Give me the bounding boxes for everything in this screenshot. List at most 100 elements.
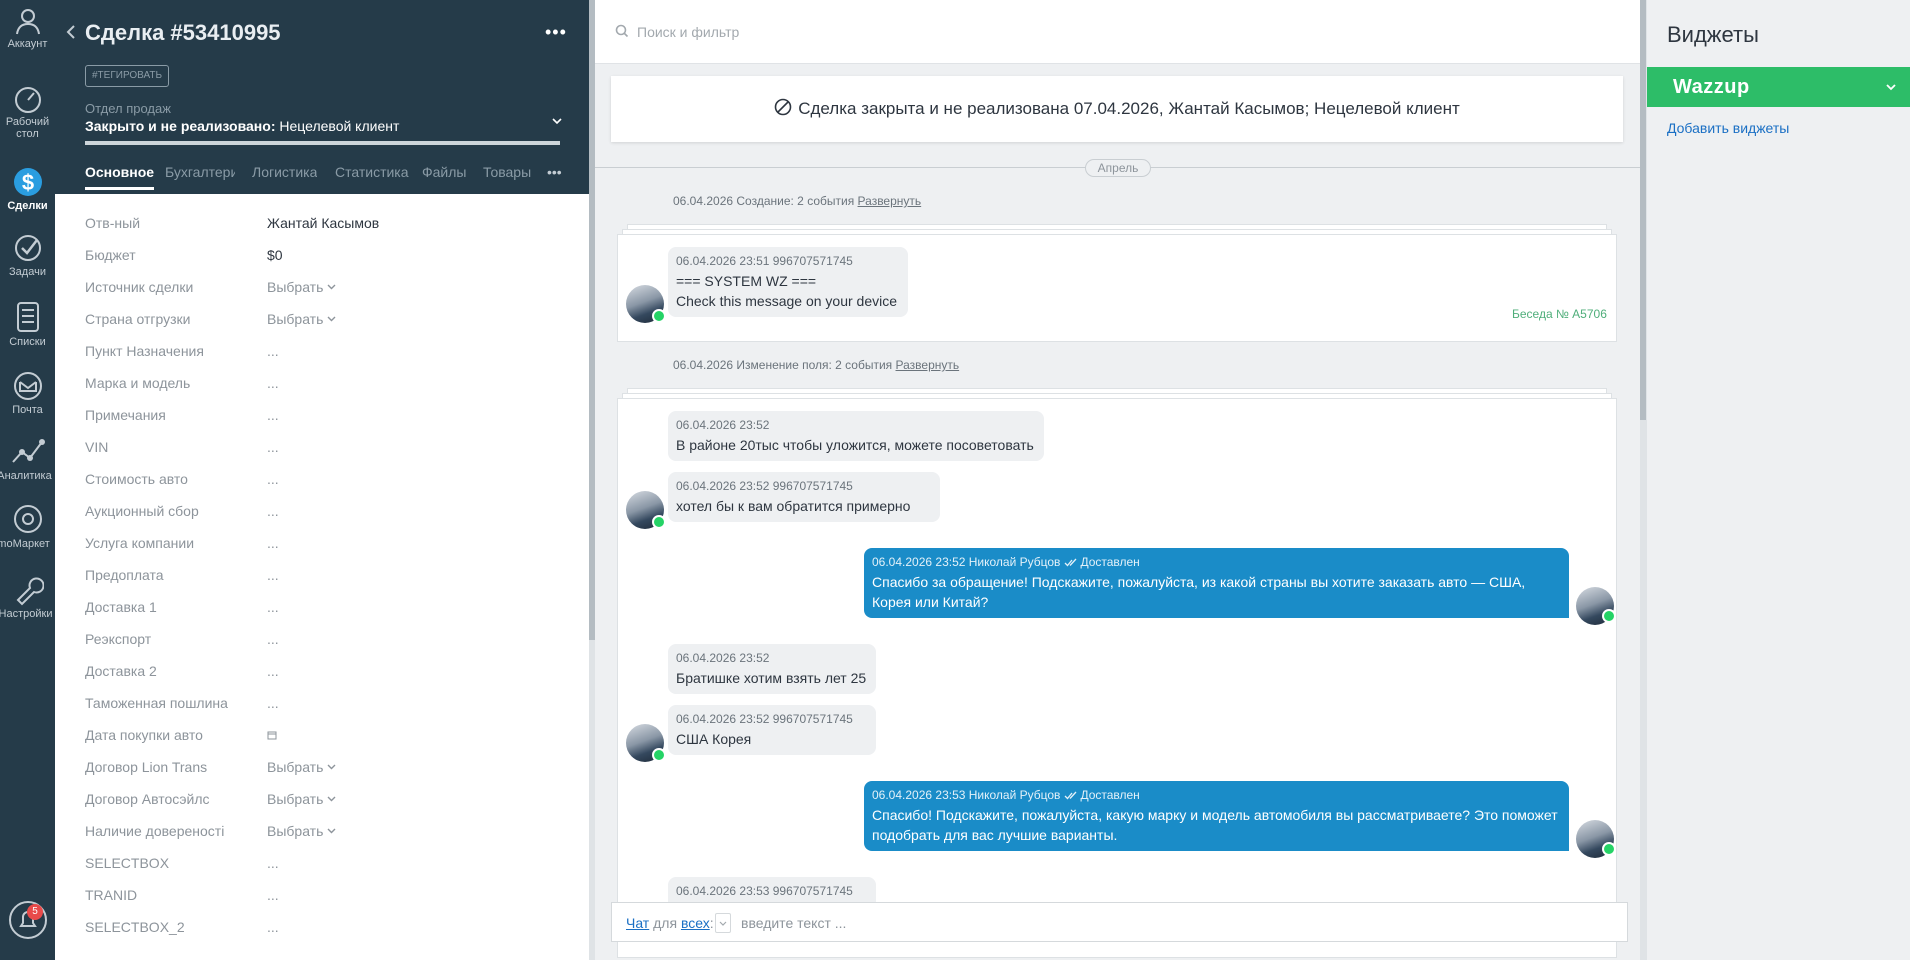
wazzup-widget[interactable]: Wazzup	[1647, 67, 1910, 107]
more-options-icon[interactable]: •••	[545, 22, 567, 43]
expand-link[interactable]: Развернуть	[896, 358, 960, 372]
tab-main[interactable]: Основное	[85, 164, 155, 190]
chat-colon: :	[709, 915, 714, 931]
recipient-link[interactable]: всех	[681, 915, 710, 931]
whatsapp-icon	[652, 748, 666, 762]
nav-analytics[interactable]: Аналитика	[0, 434, 55, 482]
event-summary-text: 06.04.2026 Изменение поля: 2 события	[673, 358, 893, 372]
double-check-icon	[1064, 558, 1077, 567]
nav-account[interactable]: Аккаунт	[0, 6, 55, 50]
nav-tasks[interactable]: Задачи	[0, 232, 55, 278]
field-value[interactable]: ...	[267, 535, 279, 551]
nav-market-label: amoМаркет	[0, 538, 50, 550]
search-bar[interactable]: Поиск и фильтр	[595, 0, 1640, 64]
expand-link[interactable]: Развернуть	[858, 194, 922, 208]
outgoing-message: 06.04.2026 23:52 Николай Рубцов Доставлен…	[864, 548, 1569, 618]
calendar-icon	[267, 731, 277, 740]
nav-market[interactable]: amoМаркет	[0, 502, 55, 550]
chat-composer[interactable]: Чат для всех: введите текст ...	[611, 902, 1628, 942]
pipeline-name: Отдел продаж	[85, 101, 171, 116]
field-row: Бюджет $0	[85, 243, 565, 275]
field-select[interactable]: Выбрать	[267, 791, 336, 807]
tabs-more-icon[interactable]: •••	[547, 164, 562, 180]
message-text: Братишке хотим взять лет 25	[676, 670, 867, 686]
field-select[interactable]: Выбрать	[267, 279, 336, 295]
nav-tasks-label: Задачи	[9, 266, 46, 278]
field-value[interactable]: ...	[267, 567, 279, 583]
nav-lists[interactable]: Списки	[0, 300, 55, 348]
whatsapp-icon	[652, 309, 666, 323]
notifications-bell-icon[interactable]	[6, 898, 50, 942]
field-value[interactable]: ...	[267, 887, 279, 903]
field-value[interactable]: ...	[267, 407, 279, 423]
add-widgets-link[interactable]: Добавить виджеты	[1667, 120, 1789, 136]
date-picker[interactable]	[267, 727, 277, 743]
back-arrow-icon[interactable]	[65, 24, 77, 40]
wazzup-label: Wazzup	[1673, 76, 1750, 98]
field-select[interactable]: Выбрать	[267, 823, 336, 839]
message-text: хотел бы к вам обратится примерно	[676, 498, 911, 514]
whatsapp-icon	[652, 515, 666, 529]
field-value[interactable]: $0	[267, 247, 283, 263]
tab-accounting[interactable]: Бухгалтерия	[165, 164, 235, 180]
tab-files[interactable]: Файлы	[422, 164, 466, 180]
left-nav: Аккаунт Рабочий стол $ Сделки Задачи Спи…	[0, 0, 55, 960]
field-value[interactable]: ...	[267, 855, 279, 871]
field-value[interactable]: ...	[267, 599, 279, 615]
field-label: TRANID	[85, 887, 138, 903]
field-row: SELECTBOX...	[85, 851, 565, 883]
channel-select[interactable]	[715, 913, 731, 933]
field-label: Марка и модель	[85, 375, 191, 391]
field-value[interactable]: ...	[267, 375, 279, 391]
field-label: Таможенная пошлина	[85, 695, 228, 711]
deal-title: Сделка #53410995	[85, 20, 281, 45]
field-row: Пункт Назначения...	[85, 339, 565, 371]
field-value[interactable]: ...	[267, 631, 279, 647]
tasks-icon	[14, 235, 41, 261]
field-value[interactable]: ...	[267, 471, 279, 487]
incoming-message: 06.04.2026 23:52 996707571745 хотел бы к…	[668, 472, 940, 522]
closed-banner-text: Сделка закрыта и не реализована 07.04.20…	[798, 99, 1460, 118]
chevron-down-icon[interactable]	[1885, 83, 1897, 91]
chat-for-label: для	[653, 915, 678, 931]
nav-settings[interactable]: Настройки	[0, 572, 55, 620]
event-summary: 06.04.2026 Создание: 2 события Развернут…	[673, 194, 921, 208]
field-value[interactable]: ...	[267, 439, 279, 455]
field-value[interactable]: ...	[267, 695, 279, 711]
field-value[interactable]: ...	[267, 503, 279, 519]
nav-deals[interactable]: $ Сделки	[0, 162, 55, 212]
tab-logistics[interactable]: Логистика	[252, 164, 317, 180]
field-row: Стоимость авто...	[85, 467, 565, 499]
message-meta: 06.04.2026 23:51 996707571745	[676, 254, 853, 268]
tab-statistics[interactable]: Статистика	[335, 164, 409, 180]
field-value[interactable]: ...	[267, 663, 279, 679]
deal-card: Сделка #53410995 ••• #ТЕГИРОВАТЬ Отдел п…	[55, 0, 589, 960]
event-summary: 06.04.2026 Изменение поля: 2 события Раз…	[673, 358, 959, 372]
nav-analytics-label: Аналитика	[0, 470, 52, 482]
chevron-down-icon[interactable]	[551, 117, 563, 127]
month-label: Апрель	[1085, 159, 1151, 177]
field-select[interactable]: Выбрать	[267, 311, 336, 327]
widgets-panel: Виджеты Wazzup Добавить виджеты	[1646, 0, 1910, 960]
field-value[interactable]: ...	[267, 919, 279, 935]
nav-dashboard-label: Рабочий стол	[5, 116, 50, 140]
field-row: Услуга компании...	[85, 531, 565, 563]
field-value[interactable]: Жантай Касымов	[267, 215, 379, 231]
field-value: Выбрать	[267, 823, 324, 839]
field-label: Источник сделки	[85, 279, 194, 295]
message-input-placeholder[interactable]: введите текст ...	[741, 915, 846, 931]
deals-icon: $	[13, 168, 42, 196]
field-row: Таможенная пошлина...	[85, 691, 565, 723]
pipeline-status[interactable]: Закрыто и не реализовано: Нецелевой клие…	[85, 118, 399, 134]
conversation-link[interactable]: Беседа № A5706	[1512, 307, 1607, 321]
field-select[interactable]: Выбрать	[267, 759, 336, 775]
tab-products[interactable]: Товары	[483, 164, 531, 180]
field-row: Договор Lion Trans Выбрать	[85, 755, 565, 787]
chat-mode-link[interactable]: Чат	[626, 915, 649, 931]
ban-icon	[774, 98, 792, 116]
nav-dashboard[interactable]: Рабочий стол	[0, 84, 55, 140]
tag-button[interactable]: #ТЕГИРОВАТЬ	[85, 65, 170, 87]
message-text: США Корея	[676, 731, 752, 747]
nav-mail[interactable]: Почта	[0, 370, 55, 416]
field-value[interactable]: ...	[267, 343, 279, 359]
